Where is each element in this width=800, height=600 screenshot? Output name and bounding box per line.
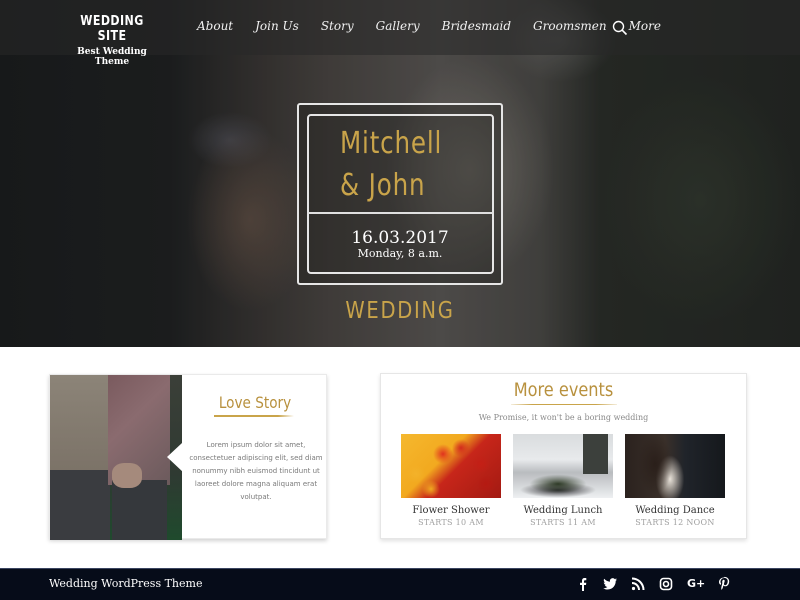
google-plus-icon[interactable]: G+: [687, 576, 705, 592]
pinterest-icon[interactable]: [716, 576, 732, 592]
event-label: WEDDING: [345, 298, 455, 324]
site-title[interactable]: WEDDING SITE: [70, 14, 155, 44]
instagram-icon[interactable]: [658, 576, 674, 592]
footer-title: Wedding WordPress Theme: [49, 577, 203, 590]
event-item-flower-shower[interactable]: Flower Shower STARTS 10 AM: [401, 434, 501, 527]
couple-name-line2: & John: [340, 168, 426, 203]
couple-name-line1: Mitchell: [340, 126, 443, 161]
nav-item-gallery[interactable]: Gallery: [376, 19, 420, 33]
event-time: STARTS 10 AM: [418, 518, 484, 527]
event-name[interactable]: Wedding Lunch: [513, 505, 613, 516]
search-icon[interactable]: [612, 20, 628, 36]
top-navigation: WEDDING SITE Best Wedding Theme About Jo…: [0, 0, 800, 67]
photo-hands: [112, 463, 142, 488]
flower-shower-image[interactable]: [401, 434, 501, 498]
rss-icon[interactable]: [630, 576, 646, 592]
wedding-lunch-image[interactable]: [513, 434, 613, 498]
wedding-dance-image[interactable]: [625, 434, 725, 498]
card-pointer-notch: [167, 442, 182, 472]
nav-item-bridesmaid[interactable]: Bridesmaid: [442, 19, 511, 33]
event-item-wedding-lunch[interactable]: Wedding Lunch STARTS 11 AM: [513, 434, 613, 527]
event-item-wedding-dance[interactable]: Wedding Dance STARTS 12 NOON: [625, 434, 725, 527]
nav-item-groomsmen[interactable]: Groomsmen: [533, 19, 607, 33]
photo-person-right-legs: [112, 480, 167, 540]
more-events-subtitle: We Promise, it won't be a boring wedding: [478, 413, 649, 422]
more-events-underline: [511, 404, 617, 405]
photo-person-left: [50, 375, 110, 475]
love-story-title[interactable]: Love Story: [193, 393, 317, 412]
facebook-icon[interactable]: [575, 576, 591, 592]
couple-photo: [50, 375, 182, 540]
event-name[interactable]: Wedding Dance: [625, 505, 725, 516]
more-events-card: More events We Promise, it won't be a bo…: [380, 373, 747, 539]
event-name[interactable]: Flower Shower: [401, 505, 501, 516]
wedding-day-time: Monday, 8 a.m.: [357, 247, 443, 260]
nav-item-story[interactable]: Story: [321, 19, 354, 33]
event-time: STARTS 11 AM: [530, 518, 596, 527]
nav-item-about[interactable]: About: [197, 19, 233, 33]
nav-item-more[interactable]: More: [629, 19, 661, 33]
photo-person-left-legs: [50, 470, 110, 540]
site-brand[interactable]: WEDDING SITE Best Wedding Theme: [62, 14, 162, 67]
footer: Wedding WordPress Theme G+: [0, 568, 800, 600]
more-events-title: More events: [513, 379, 614, 401]
invitation-divider: [307, 212, 494, 214]
main-menu: About Join Us Story Gallery Bridesmaid G…: [197, 19, 683, 33]
love-story-card[interactable]: Love Story Lorem ipsum dolor sit amet, c…: [49, 374, 327, 540]
nav-item-join-us[interactable]: Join Us: [255, 19, 299, 33]
love-story-underline: [214, 415, 294, 417]
site-tagline: Best Wedding Theme: [77, 47, 147, 67]
twitter-icon[interactable]: [602, 576, 618, 592]
event-time: STARTS 12 NOON: [635, 518, 715, 527]
love-story-text: Lorem ipsum dolor sit amet, consectetuer…: [189, 441, 323, 501]
wedding-date: 16.03.2017: [351, 228, 449, 248]
